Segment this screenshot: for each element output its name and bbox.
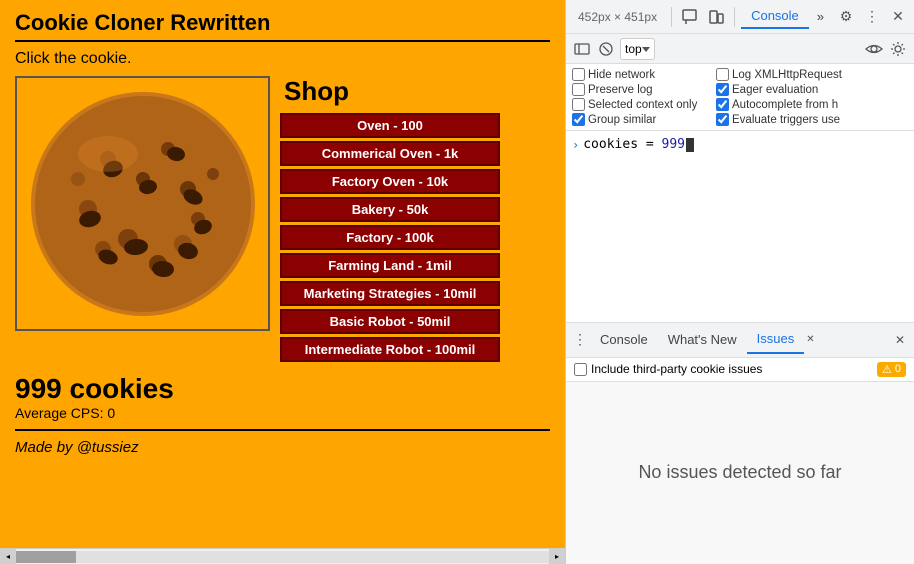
devtools-panel: 452px × 451px Console » ⚙ ⋮ ✕: [565, 0, 914, 564]
shop-area: Shop Oven - 100 Commerical Oven - 1k Fac…: [280, 76, 550, 365]
btab-issues-close[interactable]: ✕: [804, 334, 816, 345]
check-autocomplete: Autocomplete from h: [716, 98, 856, 111]
hide-network-label: Hide network: [588, 69, 655, 81]
dimensions-label: 452px × 451px: [570, 10, 665, 24]
group-similar-label: Group similar: [588, 114, 656, 126]
eye-icon[interactable]: [864, 39, 884, 59]
sidebar-toggle-icon[interactable]: [572, 39, 592, 59]
close-devtools-icon[interactable]: ✕: [886, 5, 910, 29]
shop-item-4[interactable]: Factory - 100k: [280, 225, 500, 250]
include-label: Include third-party cookie issues: [591, 362, 762, 376]
autocomplete-label: Autocomplete from h: [732, 99, 838, 111]
scroll-thumb[interactable]: [16, 551, 76, 563]
check-eager-eval: Eager evaluation: [716, 83, 856, 96]
shop-item-6[interactable]: Marketing Strategies - 10mil: [280, 281, 500, 306]
game-content: Shop Oven - 100 Commerical Oven - 1k Fac…: [15, 76, 550, 365]
close-bottom-panel-icon[interactable]: ✕: [890, 330, 910, 350]
toolbar-separator-2: [734, 7, 735, 27]
cps-text: Average CPS: 0: [15, 405, 550, 421]
eval-triggers-checkbox[interactable]: [716, 113, 729, 126]
autocomplete-checkbox[interactable]: [716, 98, 729, 111]
console-settings-icon[interactable]: [888, 39, 908, 59]
title-divider: [15, 40, 550, 42]
context-dropdown-value: top: [625, 42, 642, 56]
devtools-toolbar: 452px × 451px Console » ⚙ ⋮ ✕: [566, 0, 914, 34]
check-selected-context: Selected context only: [572, 98, 712, 111]
hide-network-checkbox[interactable]: [572, 68, 585, 81]
cookie-count: 999 cookies: [15, 373, 550, 405]
group-similar-checkbox[interactable]: [572, 113, 585, 126]
shop-item-7[interactable]: Basic Robot - 50mil: [280, 309, 500, 334]
include-third-party-check: Include third-party cookie issues ⚠ 0: [574, 362, 906, 377]
made-by: Made by @tussiez: [15, 439, 550, 456]
clear-console-icon[interactable]: [596, 39, 616, 59]
eager-eval-checkbox[interactable]: [716, 83, 729, 96]
game-area: Cookie Cloner Rewritten Click the cookie…: [0, 0, 565, 564]
shop-item-0[interactable]: Oven - 100: [280, 113, 500, 138]
eval-triggers-label: Evaluate triggers use: [732, 114, 840, 126]
btab-issues-container: Issues ✕: [747, 325, 817, 354]
check-group-similar: Group similar: [572, 113, 712, 126]
selected-context-label: Selected context only: [588, 99, 697, 111]
game-title: Cookie Cloner Rewritten: [15, 10, 550, 36]
selected-context-checkbox[interactable]: [572, 98, 585, 111]
console-bar: top: [566, 34, 914, 64]
console-cursor: [686, 138, 694, 152]
shop-items-list: Oven - 100 Commerical Oven - 1k Factory …: [280, 113, 550, 362]
preserve-log-checkbox[interactable]: [572, 83, 585, 96]
cookie-image[interactable]: [28, 89, 258, 319]
scroll-track[interactable]: [16, 551, 549, 563]
toolbar-separator-1: [671, 7, 672, 27]
menu-icon[interactable]: ⋮: [860, 5, 884, 29]
btab-whats-new[interactable]: What's New: [658, 326, 747, 353]
settings-icon[interactable]: ⚙: [834, 5, 858, 29]
inspect-element-icon[interactable]: [678, 5, 702, 29]
no-issues-text: No issues detected so far: [566, 382, 914, 564]
console-arrow: ›: [572, 137, 579, 152]
device-toolbar-icon[interactable]: [704, 5, 728, 29]
btab-console[interactable]: Console: [590, 326, 658, 353]
log-xml-checkbox[interactable]: [716, 68, 729, 81]
shop-item-5[interactable]: Farming Land - 1mil: [280, 253, 500, 278]
cookie-container[interactable]: [15, 76, 270, 331]
issues-filter-bar: Include third-party cookie issues ⚠ 0: [566, 358, 914, 382]
console-output: › cookies = 999: [566, 131, 914, 322]
preserve-log-label: Preserve log: [588, 84, 653, 96]
main-layout: Cookie Cloner Rewritten Click the cookie…: [0, 0, 914, 564]
check-log-xmlhttp: Log XMLHttpRequest: [716, 68, 856, 81]
scroll-left-arrow[interactable]: ◂: [0, 549, 16, 564]
check-preserve-log: Preserve log: [572, 83, 712, 96]
bottom-menu-icon[interactable]: ⋮: [570, 330, 590, 350]
eager-eval-label: Eager evaluation: [732, 84, 818, 96]
log-xml-label: Log XMLHttpRequest: [732, 69, 842, 81]
console-value-text: 999: [662, 137, 685, 152]
tab-more[interactable]: »: [811, 5, 830, 28]
shop-item-3[interactable]: Bakery - 50k: [280, 197, 500, 222]
shop-item-1[interactable]: Commerical Oven - 1k: [280, 141, 500, 166]
check-hide-network: Hide network: [572, 68, 712, 81]
bottom-tabs: ⋮ Console What's New Issues ✕ ✕: [566, 322, 914, 358]
tab-console[interactable]: Console: [741, 4, 809, 29]
console-code-text: cookies =: [583, 137, 661, 152]
click-prompt: Click the cookie.: [15, 50, 550, 68]
context-dropdown[interactable]: top: [620, 38, 655, 60]
devtools-checkboxes: Hide network Log XMLHttpRequest Preserve…: [566, 64, 914, 131]
scrollbar-area: ◂ ▸: [0, 548, 565, 564]
third-party-cookies-checkbox[interactable]: [574, 363, 587, 376]
shop-title: Shop: [280, 76, 550, 107]
btab-issues[interactable]: Issues: [747, 325, 805, 354]
badge-icon: ⚠: [882, 363, 892, 376]
shop-item-8[interactable]: Intermediate Robot - 100mil: [280, 337, 500, 362]
check-eval-triggers: Evaluate triggers use: [716, 113, 856, 126]
shop-item-2[interactable]: Factory Oven - 10k: [280, 169, 500, 194]
stats-area: 999 cookies Average CPS: 0 Made by @tuss…: [15, 373, 550, 456]
scroll-right-arrow[interactable]: ▸: [549, 549, 565, 564]
console-expression: cookies = 999: [583, 137, 694, 152]
issues-badge: ⚠ 0: [877, 362, 906, 377]
stats-divider: [15, 429, 550, 431]
console-line-1: › cookies = 999: [572, 135, 908, 154]
badge-count: 0: [895, 363, 901, 375]
